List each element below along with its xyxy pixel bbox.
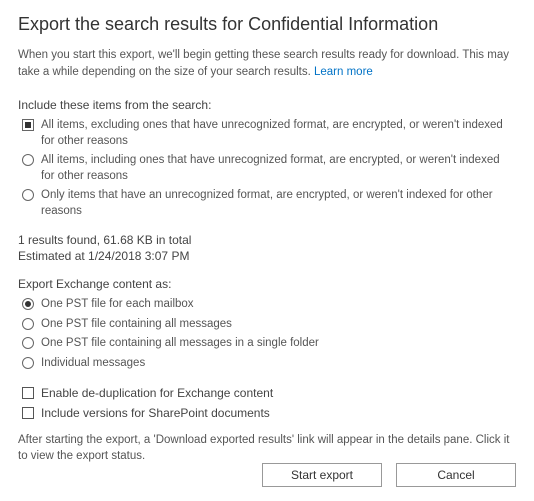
radio-label: All items, including ones that have unre… bbox=[41, 153, 516, 184]
export-option-pst-each-mailbox[interactable]: One PST file for each mailbox bbox=[22, 297, 516, 313]
checkbox-label: Enable de-duplication for Exchange conte… bbox=[41, 386, 273, 400]
export-option-pst-all-messages[interactable]: One PST file containing all messages bbox=[22, 317, 516, 333]
checkbox-icon bbox=[22, 387, 34, 399]
intro-text: When you start this export, we'll begin … bbox=[18, 47, 516, 80]
checkbox-label: Include versions for SharePoint document… bbox=[41, 406, 270, 420]
radio-label: One PST file containing all messages bbox=[41, 317, 516, 333]
versions-checkbox-row[interactable]: Include versions for SharePoint document… bbox=[22, 406, 516, 420]
dedup-checkbox-row[interactable]: Enable de-duplication for Exchange conte… bbox=[22, 386, 516, 400]
button-bar: Start export Cancel bbox=[262, 463, 516, 487]
radio-icon bbox=[22, 318, 34, 330]
cancel-button[interactable]: Cancel bbox=[396, 463, 516, 487]
page-title: Export the search results for Confidenti… bbox=[18, 14, 516, 35]
include-option-include-unrecognized[interactable]: All items, including ones that have unre… bbox=[22, 153, 516, 184]
radio-label: Only items that have an unrecognized for… bbox=[41, 188, 516, 219]
radio-label: All items, excluding ones that have unre… bbox=[41, 118, 516, 149]
include-option-exclude-unrecognized[interactable]: All items, excluding ones that have unre… bbox=[22, 118, 516, 149]
radio-icon bbox=[22, 357, 34, 369]
radio-icon bbox=[22, 298, 34, 310]
export-radio-group: One PST file for each mailbox One PST fi… bbox=[18, 297, 516, 371]
export-section-label: Export Exchange content as: bbox=[18, 277, 516, 291]
start-export-button[interactable]: Start export bbox=[262, 463, 382, 487]
radio-label: One PST file containing all messages in … bbox=[41, 336, 516, 352]
checkbox-icon bbox=[22, 407, 34, 419]
export-option-individual-messages[interactable]: Individual messages bbox=[22, 356, 516, 372]
radio-icon bbox=[22, 119, 34, 131]
radio-icon bbox=[22, 337, 34, 349]
radio-icon bbox=[22, 154, 34, 166]
radio-label: Individual messages bbox=[41, 356, 516, 372]
export-option-pst-single-folder[interactable]: One PST file containing all messages in … bbox=[22, 336, 516, 352]
estimated-time: Estimated at 1/24/2018 3:07 PM bbox=[18, 249, 516, 263]
results-count: 1 results found, 61.68 KB in total bbox=[18, 233, 516, 247]
include-section-label: Include these items from the search: bbox=[18, 98, 516, 112]
intro-body: When you start this export, we'll begin … bbox=[18, 49, 509, 78]
radio-icon bbox=[22, 189, 34, 201]
include-option-only-unrecognized[interactable]: Only items that have an unrecognized for… bbox=[22, 188, 516, 219]
radio-label: One PST file for each mailbox bbox=[41, 297, 516, 313]
footer-note: After starting the export, a 'Download e… bbox=[18, 432, 516, 464]
learn-more-link[interactable]: Learn more bbox=[314, 66, 373, 78]
include-radio-group: All items, excluding ones that have unre… bbox=[18, 118, 516, 219]
